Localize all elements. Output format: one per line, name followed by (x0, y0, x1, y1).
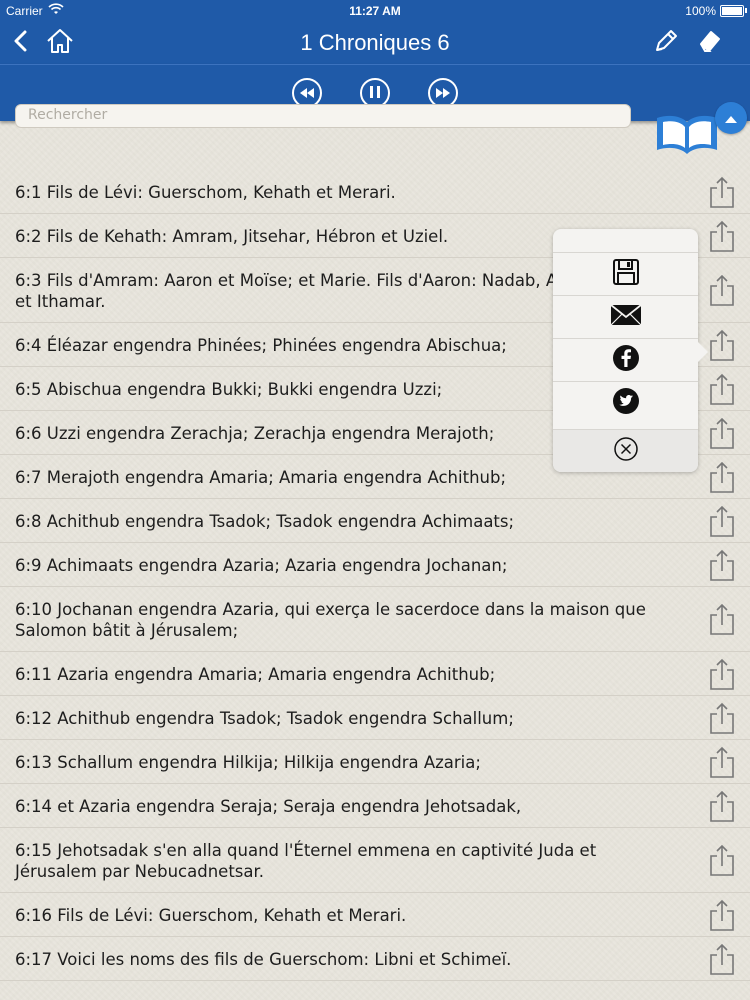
save-button[interactable] (553, 252, 698, 295)
verse-text: 6:15 Jehotsadak s'en alla quand l'Éterne… (15, 841, 597, 881)
popup-pointer (698, 342, 708, 362)
status-bar: Carrier 11:27 AM 100% (0, 0, 750, 22)
facebook-button[interactable] (553, 338, 698, 381)
rewind-icon (299, 84, 315, 103)
verse-row[interactable]: 6:15 Jehotsadak s'en alla quand l'Éterne… (0, 828, 750, 893)
erase-button[interactable] (694, 28, 726, 58)
share-icon[interactable] (709, 549, 735, 581)
page-title: 1 Chroniques 6 (300, 30, 450, 55)
twitter-icon (612, 387, 640, 419)
share-icon[interactable] (709, 702, 735, 734)
triangle-up-icon (724, 109, 738, 128)
share-icon[interactable] (709, 603, 735, 635)
share-icon[interactable] (709, 176, 735, 208)
verse-text: 6:11 Azaria engendra Amaria; Amaria enge… (15, 665, 496, 684)
share-icon[interactable] (709, 373, 735, 405)
verse-row[interactable]: 6:12 Achithub engendra Tsadok; Tsadok en… (0, 696, 750, 740)
share-icon[interactable] (709, 220, 735, 252)
close-circle-icon (613, 436, 639, 466)
fast-forward-icon (435, 84, 451, 103)
share-icon[interactable] (709, 943, 735, 975)
share-icon[interactable] (709, 899, 735, 931)
search-placeholder: Rechercher (28, 107, 108, 123)
battery-percent: 100% (685, 4, 716, 18)
verse-row[interactable]: 6:16 Fils de Lévi: Guerschom, Kehath et … (0, 893, 750, 937)
edit-button[interactable] (650, 28, 682, 58)
share-icon[interactable] (709, 746, 735, 778)
verse-text: 6:1 Fils de Lévi: Guerschom, Kehath et M… (15, 183, 396, 202)
email-button[interactable] (553, 295, 698, 338)
share-icon[interactable] (709, 790, 735, 822)
verse-row[interactable]: 6:1 Fils de Lévi: Guerschom, Kehath et M… (0, 170, 750, 214)
verse-text: 6:12 Achithub engendra Tsadok; Tsadok en… (15, 709, 514, 728)
verse-text: 6:14 et Azaria engendra Seraja; Seraja e… (15, 797, 522, 816)
book-icon[interactable] (655, 114, 719, 156)
cancel-button[interactable] (553, 429, 698, 472)
battery-icon (720, 5, 744, 17)
share-icon[interactable] (709, 417, 735, 449)
search-input[interactable]: Rechercher (15, 104, 631, 128)
verse-text: 6:17 Voici les noms des fils de Guerscho… (15, 950, 512, 969)
share-icon[interactable] (709, 658, 735, 690)
pause-icon (369, 84, 381, 103)
pencil-icon (653, 28, 679, 58)
collapse-button[interactable] (715, 102, 747, 134)
verse-row[interactable]: 6:14 et Azaria engendra Seraja; Seraja e… (0, 784, 750, 828)
share-icon[interactable] (709, 461, 735, 493)
facebook-icon (612, 344, 640, 376)
eraser-icon (697, 28, 723, 58)
verse-text: 6:10 Jochanan engendra Azaria, qui exerç… (15, 600, 646, 640)
verse-row[interactable]: 6:9 Achimaats engendra Azaria; Azaria en… (0, 543, 750, 587)
status-time: 11:27 AM (349, 4, 401, 18)
verse-text: 6:9 Achimaats engendra Azaria; Azaria en… (15, 556, 508, 575)
verse-row[interactable]: 6:11 Azaria engendra Amaria; Amaria enge… (0, 652, 750, 696)
verse-text: 6:8 Achithub engendra Tsadok; Tsadok eng… (15, 512, 515, 531)
share-icon[interactable] (709, 274, 735, 306)
verse-row[interactable]: 6:13 Schallum engendra Hilkija; Hilkija … (0, 740, 750, 784)
verse-text: 6:16 Fils de Lévi: Guerschom, Kehath et … (15, 906, 407, 925)
share-icon[interactable] (709, 505, 735, 537)
verse-row[interactable]: 6:17 Voici les noms des fils de Guerscho… (0, 937, 750, 981)
verse-row[interactable]: 6:8 Achithub engendra Tsadok; Tsadok eng… (0, 499, 750, 543)
share-icon[interactable] (709, 844, 735, 876)
share-icon[interactable] (709, 329, 735, 361)
verse-row[interactable]: 6:10 Jochanan engendra Azaria, qui exerç… (0, 587, 750, 652)
save-icon (612, 258, 640, 290)
verse-text: 6:13 Schallum engendra Hilkija; Hilkija … (15, 753, 481, 772)
email-icon (609, 304, 642, 330)
twitter-button[interactable] (553, 381, 698, 424)
navigation-bar: 1 Chroniques 6 (0, 22, 750, 64)
share-popup (553, 229, 698, 472)
